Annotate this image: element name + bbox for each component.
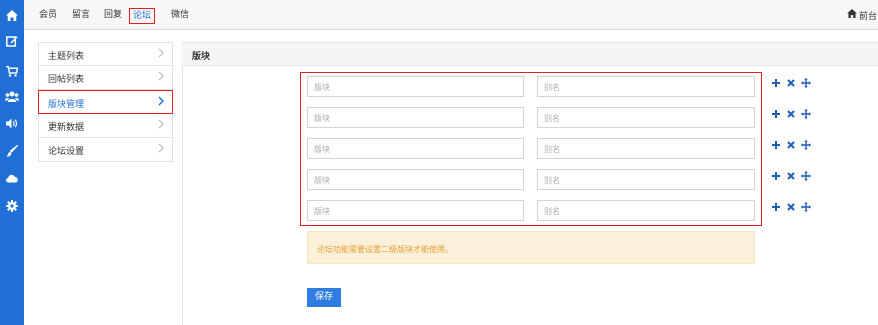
home-icon[interactable] — [0, 2, 24, 28]
plus-icon[interactable] — [771, 202, 781, 212]
edit-icon[interactable] — [0, 28, 24, 54]
panel-header: 版块 — [182, 42, 878, 66]
frontend-label: 前台 — [859, 11, 878, 22]
row-actions — [771, 139, 811, 151]
board-name-input[interactable]: 版块 — [307, 107, 524, 128]
close-icon[interactable] — [786, 78, 796, 88]
icon-sidebar — [0, 0, 24, 325]
close-icon[interactable] — [786, 202, 796, 212]
plus-icon[interactable] — [771, 140, 781, 150]
subnav-item-topics[interactable]: 主题列表 — [38, 42, 173, 66]
subnav-item-label: 回帖列表 — [48, 75, 85, 85]
chevron-right-icon — [158, 71, 164, 84]
users-icon[interactable] — [0, 83, 24, 109]
move-icon[interactable] — [801, 109, 811, 119]
board-alias-input[interactable]: 别名 — [537, 138, 755, 159]
chevron-right-icon — [158, 143, 164, 156]
close-icon[interactable] — [786, 140, 796, 150]
chevron-right-icon — [158, 96, 164, 109]
tab-reply[interactable]: 回复 — [101, 8, 125, 24]
row-actions — [771, 108, 811, 120]
board-name-input[interactable]: 版块 — [307, 169, 524, 190]
move-icon[interactable] — [801, 171, 811, 181]
board-name-input[interactable]: 版块 — [307, 76, 524, 97]
row-actions — [771, 77, 811, 89]
board-alias-input[interactable]: 别名 — [537, 76, 755, 97]
board-alias-input[interactable]: 别名 — [537, 169, 755, 190]
tab-member[interactable]: 会员 — [36, 8, 60, 24]
subnav-item-label: 主题列表 — [48, 52, 85, 62]
subnav-item-forum-settings[interactable]: 论坛设置 — [38, 138, 173, 162]
board-alias-input[interactable]: 别名 — [537, 200, 755, 221]
subnav-item-replies[interactable]: 回帖列表 — [38, 66, 173, 90]
subnav-item-label: 论坛设置 — [48, 147, 85, 157]
panel-title: 版块 — [192, 52, 211, 62]
close-icon[interactable] — [786, 171, 796, 181]
board-name-input[interactable]: 版块 — [307, 200, 524, 221]
cloud-icon[interactable] — [0, 165, 24, 191]
notice-alert: 论坛功能需要设置二级版块才能使用。 — [307, 231, 755, 264]
panel-divider — [182, 66, 183, 325]
gear-icon[interactable] — [0, 193, 24, 219]
row-actions — [771, 201, 811, 213]
forum-subnav: 主题列表 回帖列表 版块管理 更新数据 论坛设置 — [38, 42, 173, 162]
brush-icon[interactable] — [0, 138, 24, 164]
tab-forum[interactable]: 论坛 — [129, 8, 156, 24]
move-icon[interactable] — [801, 140, 811, 150]
subnav-item-label: 更新数据 — [48, 123, 85, 133]
move-icon[interactable] — [801, 202, 811, 212]
plus-icon[interactable] — [771, 109, 781, 119]
plus-icon[interactable] — [771, 171, 781, 181]
chevron-right-icon — [158, 119, 164, 132]
admin-app: 会员 留言 回复 论坛 微信 前台 主题列表 回帖列表 版块管理 更新数据 论坛… — [0, 0, 878, 325]
tab-wechat[interactable]: 微信 — [168, 8, 192, 24]
board-alias-input[interactable]: 别名 — [537, 107, 755, 128]
subnav-item-update-data[interactable]: 更新数据 — [38, 114, 173, 138]
top-nav: 会员 留言 回复 论坛 微信 前台 — [24, 0, 878, 30]
notice-text: 论坛功能需要设置二级版块才能使用。 — [317, 245, 453, 254]
chevron-right-icon — [158, 48, 164, 61]
plus-icon[interactable] — [771, 78, 781, 88]
frontend-link[interactable]: 前台 — [847, 9, 878, 22]
volume-icon[interactable] — [0, 110, 24, 136]
cart-icon[interactable] — [0, 58, 24, 84]
row-actions — [771, 170, 811, 182]
board-name-input[interactable]: 版块 — [307, 138, 524, 159]
save-button[interactable]: 保存 — [307, 288, 341, 307]
tab-message[interactable]: 留言 — [69, 8, 93, 24]
subnav-item-boards[interactable]: 版块管理 — [38, 90, 173, 114]
subnav-item-label: 版块管理 — [48, 100, 85, 110]
close-icon[interactable] — [786, 109, 796, 119]
home-icon — [847, 9, 857, 21]
move-icon[interactable] — [801, 78, 811, 88]
